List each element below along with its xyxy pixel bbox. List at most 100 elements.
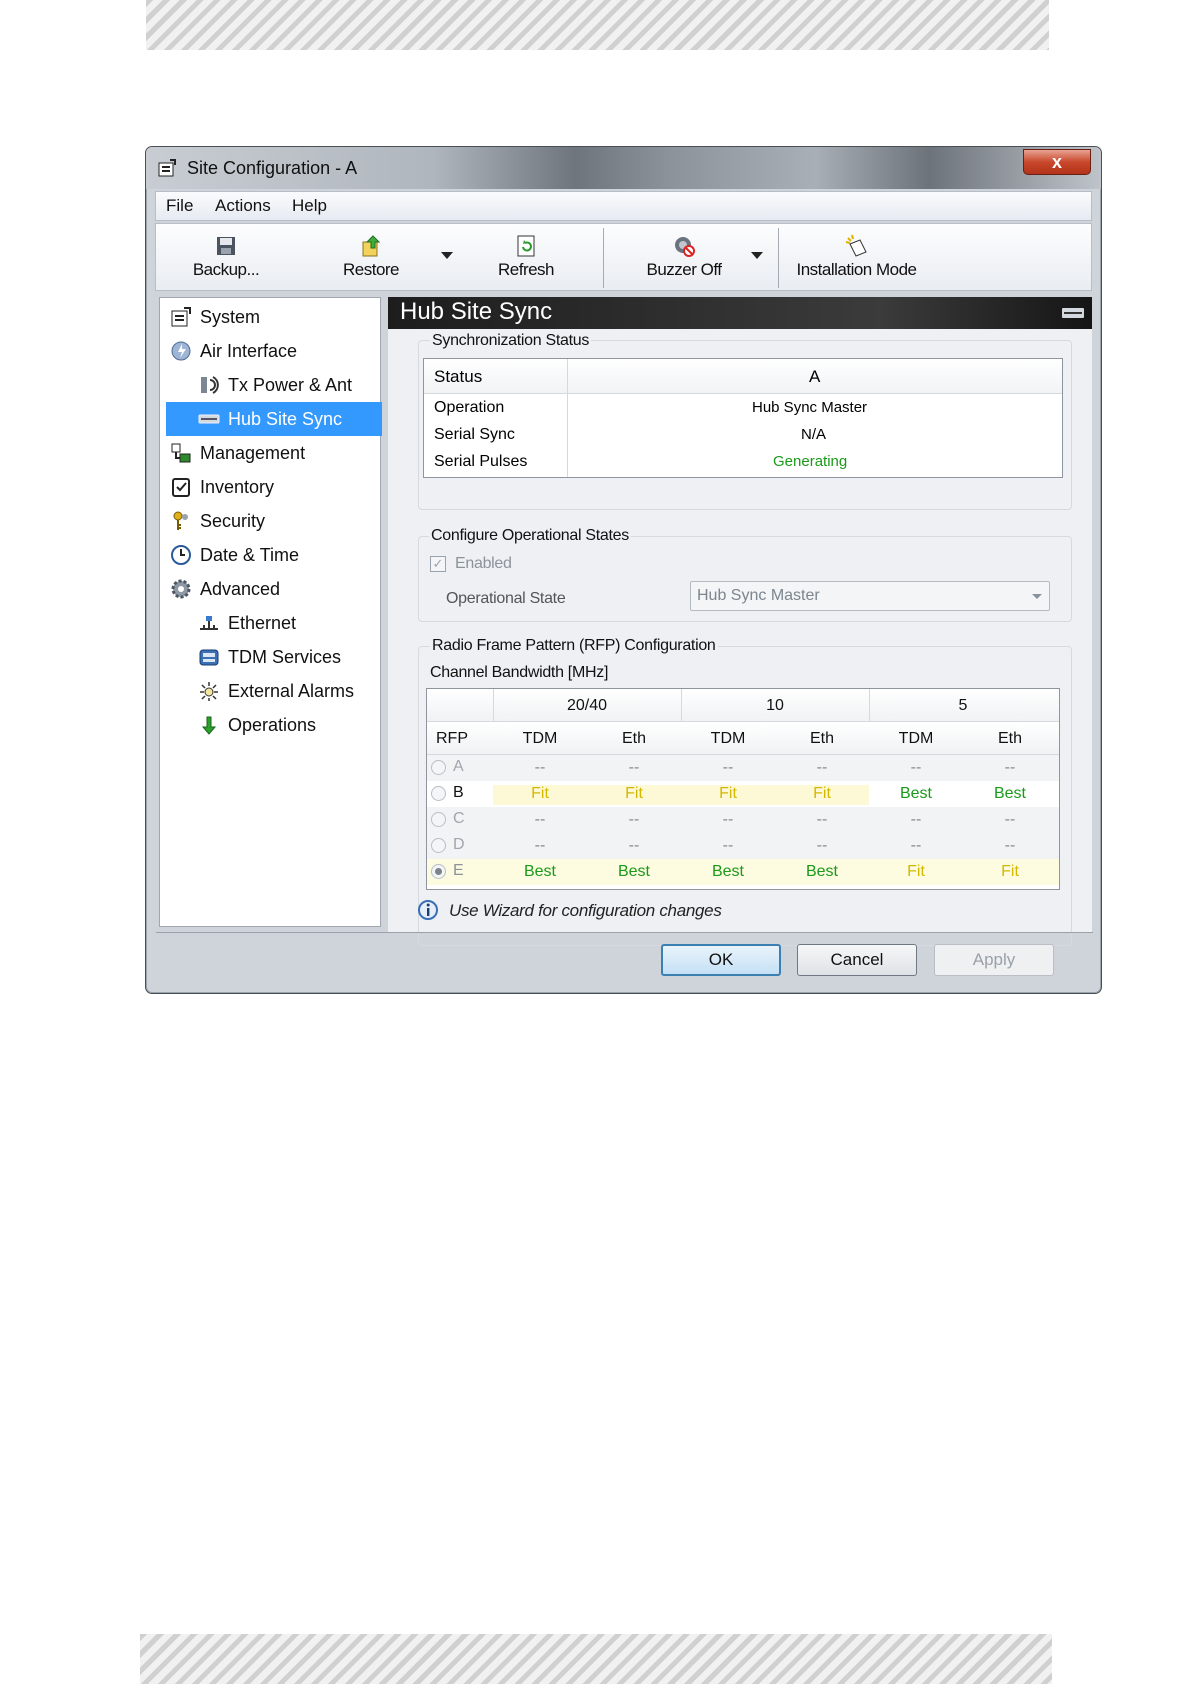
nav-item-management[interactable]: Management [166,436,382,470]
rfp-cell: Best [805,863,838,880]
inventory-icon [172,478,190,497]
navigation-tree: System Air Interface Tx Power & Ant Hub … [159,297,382,927]
rfp-label: C [453,810,465,827]
rfp-radio[interactable] [431,838,446,853]
rfp-cell: -- [1004,837,1016,854]
operational-state-label: Operational State [446,590,566,607]
ok-button[interactable]: OK [661,944,781,976]
rfp-cell: -- [1004,759,1016,776]
nav-item-ethernet[interactable]: Ethernet [166,606,382,640]
column-header-row: RFP TDM Eth TDM Eth TDM Eth [427,722,1059,755]
chevron-down-icon [1032,594,1042,599]
rfp-radio[interactable] [431,864,446,879]
alarm-icon [200,682,218,701]
rfp-label: E [453,862,464,879]
nav-item-system[interactable]: System [166,300,382,334]
clock-icon [171,545,191,565]
nav-item-external-alarms[interactable]: External Alarms [166,674,382,708]
window-title: Site Configuration - A [187,158,358,178]
site-a-header: A [809,367,821,386]
cancel-button[interactable]: Cancel [797,944,917,976]
operation-label: Operation [434,399,505,416]
col-tdm: TDM [898,730,934,747]
menu-help[interactable]: Help [292,196,327,216]
nav-item-hub-site-sync[interactable]: Hub Site Sync [166,402,382,436]
menu-file[interactable]: File [166,196,193,216]
rfp-cell: Fit [775,785,869,805]
rfp-row[interactable]: D -- -- -- -- -- -- [427,833,1059,859]
rfp-cell: -- [816,759,828,776]
rfp-radio[interactable] [431,786,446,801]
rfp-row[interactable]: A -- -- -- -- -- -- [427,755,1059,781]
rfp-cell: -- [910,811,922,828]
ethernet-icon [200,616,218,630]
refresh-icon [517,235,535,257]
col-eth: Eth [809,730,834,747]
rfp-cell: -- [722,759,734,776]
col-tdm: TDM [710,730,746,747]
close-button[interactable]: x [1023,149,1091,175]
rfp-row[interactable]: E Best Best Best Best Fit Fit [427,859,1059,885]
antenna-icon [201,376,219,394]
close-icon: x [1051,152,1062,172]
bandwidth-header-row: 20/40 10 5 [427,689,1059,722]
rfp-cell: -- [910,837,922,854]
rfp-cell: -- [628,837,640,854]
air-interface-icon [171,341,191,361]
apply-button[interactable]: Apply [934,944,1054,976]
page-footer-pattern [140,1634,1052,1684]
rfp-radio[interactable] [431,760,446,775]
rfp-cell: -- [534,811,546,828]
rfp-cell: -- [722,811,734,828]
nav-item-advanced[interactable]: Advanced [166,572,382,606]
buzzer-off-button[interactable]: Buzzer Off [629,230,739,286]
installation-mode-button[interactable]: Installation Mode [789,230,924,286]
buzzer-dropdown-arrow[interactable] [751,252,763,259]
operation-value: Hub Sync Master [752,399,868,416]
rfp-cell: -- [816,811,828,828]
restore-button[interactable]: Restore [326,230,416,286]
nav-item-air-interface[interactable]: Air Interface [166,334,382,368]
nav-item-tdm-services[interactable]: TDM Services [166,640,382,674]
restore-icon [362,235,381,257]
nav-item-tx-power-ant[interactable]: Tx Power & Ant [166,368,382,402]
rfp-cell: -- [628,759,640,776]
hub-sync-icon [1062,308,1084,318]
serial-pulses-value: Generating [773,453,848,470]
rfp-cell: Fit [907,863,925,880]
panel-title: Hub Site Sync [400,298,553,325]
sync-status-label: Synchronization Status [430,332,592,350]
rfp-label: A [453,758,464,775]
operational-states-label: Configure Operational States [429,527,631,545]
rfp-cell: Fit [587,785,681,805]
security-icon [173,511,188,530]
rfp-radio[interactable] [431,812,446,827]
rfp-cell: Fit [493,785,587,805]
rfp-cell: -- [722,837,734,854]
installation-mode-icon [845,234,867,257]
hub-sync-icon [198,414,220,424]
nav-item-inventory[interactable]: Inventory [166,470,382,504]
operational-state-select[interactable]: Hub Sync Master [690,581,1050,611]
backup-button[interactable]: Backup... [181,230,271,286]
rfp-cell: -- [910,759,922,776]
menu-actions[interactable]: Actions [215,196,271,216]
rfp-cell: Best [993,785,1026,802]
enabled-checkbox[interactable]: ✓ [430,556,446,572]
operations-icon [201,716,217,735]
refresh-button[interactable]: Refresh [481,230,571,286]
nav-item-security[interactable]: Security [166,504,382,538]
toolbar-separator [603,228,604,288]
serial-pulses-label: Serial Pulses [434,453,528,470]
nav-item-date-time[interactable]: Date & Time [166,538,382,572]
management-icon [171,443,191,463]
title-bar[interactable]: Site Configuration - A x [146,147,1101,189]
rfp-cell: -- [534,837,546,854]
nav-item-operations[interactable]: Operations [166,708,382,742]
rfp-row[interactable]: B Fit Fit Fit Fit Best Best [427,781,1059,807]
gear-icon [171,579,191,599]
floppy-icon [217,237,235,255]
button-divider [156,932,1093,933]
restore-dropdown-arrow[interactable] [441,252,453,259]
rfp-row[interactable]: C -- -- -- -- -- -- [427,807,1059,833]
